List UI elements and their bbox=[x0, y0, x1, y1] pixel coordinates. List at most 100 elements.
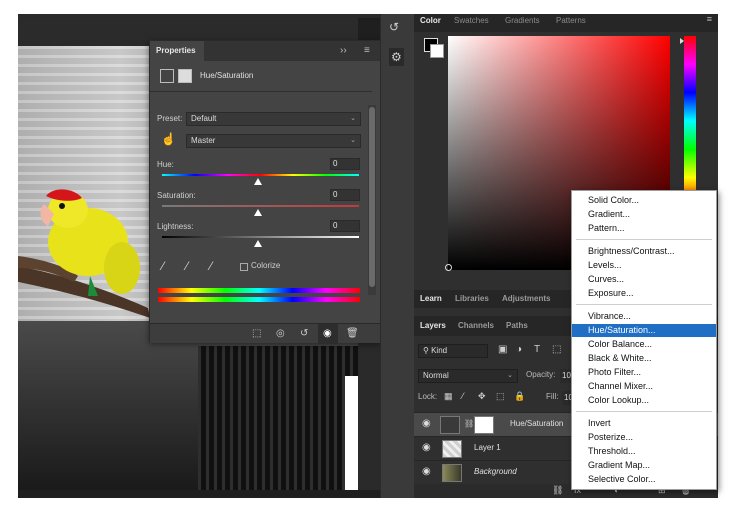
history-icon[interactable]: ↺ bbox=[389, 20, 399, 34]
properties-panel: Properties ›› ≡ Hue/Saturation Preset: D… bbox=[149, 40, 381, 344]
menu-item-gradient-map[interactable]: Gradient Map... bbox=[572, 459, 716, 472]
chevron-down-icon: ⌄ bbox=[350, 137, 356, 144]
layer-thumbnail bbox=[442, 440, 462, 458]
menu-item-exposure[interactable]: Exposure... bbox=[572, 287, 716, 300]
layer-filter-row: ⚲ Kind ▣ ◑ T ⬚ bbox=[418, 344, 588, 360]
canvas-status-bar bbox=[18, 490, 380, 498]
tab-properties[interactable]: Properties bbox=[150, 41, 204, 61]
scrollbar-thumb[interactable] bbox=[369, 107, 375, 287]
layer-name[interactable]: Background bbox=[474, 467, 517, 476]
view-previous-icon[interactable]: ◎ bbox=[276, 328, 285, 339]
saturation-slider[interactable] bbox=[162, 205, 359, 207]
eyedropper-minus-icon[interactable]: ⁄ bbox=[210, 259, 212, 273]
opacity-label: Opacity: bbox=[526, 370, 556, 379]
document-tab[interactable] bbox=[18, 18, 358, 40]
lightness-slider[interactable] bbox=[162, 236, 359, 238]
targeted-adjustment-hand-icon[interactable]: ☝ bbox=[161, 132, 176, 146]
eye-icon[interactable]: ◉ bbox=[422, 442, 431, 453]
preset-dropdown[interactable]: Default ⌄ bbox=[186, 112, 361, 126]
menu-item-color-lookup[interactable]: Color Lookup... bbox=[572, 394, 716, 407]
panel-menu-icon[interactable]: ≡ bbox=[364, 45, 370, 56]
tab-learn[interactable]: Learn bbox=[420, 290, 442, 308]
menu-item-posterize[interactable]: Posterize... bbox=[572, 431, 716, 444]
menu-item-brightness-contrast[interactable]: Brightness/Contrast... bbox=[572, 245, 716, 258]
tab-color[interactable]: Color bbox=[420, 14, 441, 32]
tab-libraries[interactable]: Libraries bbox=[455, 290, 489, 308]
pixel-filter-icon[interactable]: ▣ bbox=[498, 344, 507, 355]
blend-mode-dropdown[interactable]: Normal ⌄ bbox=[418, 369, 518, 383]
hue-value-input[interactable]: 0 bbox=[330, 158, 360, 170]
tab-swatches[interactable]: Swatches bbox=[454, 14, 489, 32]
link-layers-icon[interactable]: ⛓ bbox=[552, 485, 563, 496]
tab-patterns[interactable]: Patterns bbox=[556, 14, 586, 32]
output-spectrum-bar bbox=[158, 297, 360, 302]
menu-item-invert[interactable]: Invert bbox=[572, 417, 716, 430]
lock-brush-icon[interactable]: ⁄ bbox=[462, 391, 464, 401]
lightness-slider-thumb[interactable] bbox=[254, 240, 262, 247]
adjustment-header: Hue/Saturation bbox=[160, 69, 360, 85]
saturation-value-input[interactable]: 0 bbox=[330, 189, 360, 201]
adjustment-filter-icon[interactable]: ◑ bbox=[516, 344, 522, 355]
menu-item-vibrance[interactable]: Vibrance... bbox=[572, 310, 716, 323]
menu-item-channel-mixer[interactable]: Channel Mixer... bbox=[572, 380, 716, 393]
menu-item-pattern[interactable]: Pattern... bbox=[572, 222, 716, 235]
eyedropper-icon[interactable]: ⁄ bbox=[162, 259, 164, 273]
lightness-label: Lightness: bbox=[157, 222, 194, 231]
collapse-icon[interactable]: ›› bbox=[340, 45, 347, 56]
lock-position-icon[interactable]: ✥ bbox=[478, 391, 486, 402]
menu-item-levels[interactable]: Levels... bbox=[572, 259, 716, 272]
menu-item-solid-color[interactable]: Solid Color... bbox=[572, 194, 716, 207]
lock-artboard-icon[interactable]: ⬚ bbox=[496, 391, 505, 402]
mask-thumbnail[interactable] bbox=[474, 416, 494, 434]
layer-name[interactable]: Layer 1 bbox=[474, 443, 501, 452]
link-icon[interactable]: ⛓ bbox=[464, 419, 474, 428]
shape-filter-icon[interactable]: ⬚ bbox=[552, 344, 561, 355]
menu-item-color-balance[interactable]: Color Balance... bbox=[572, 338, 716, 351]
trash-icon[interactable]: 🗑 bbox=[346, 328, 359, 339]
eye-icon[interactable]: ◉ bbox=[422, 466, 431, 477]
lightness-value-input[interactable]: 0 bbox=[330, 220, 360, 232]
properties-scrollbar[interactable] bbox=[368, 105, 376, 295]
menu-item-black-white[interactable]: Black & White... bbox=[572, 352, 716, 365]
hue-marker[interactable] bbox=[680, 38, 684, 44]
reset-icon[interactable]: ↺ bbox=[300, 328, 308, 339]
menu-item-hue-saturation[interactable]: Hue/Saturation... bbox=[572, 324, 716, 337]
tab-gradients[interactable]: Gradients bbox=[505, 14, 540, 32]
tab-channels[interactable]: Channels bbox=[458, 317, 494, 335]
layer-name[interactable]: Hue/Saturation bbox=[510, 419, 563, 428]
lock-all-icon[interactable]: 🔒 bbox=[514, 391, 525, 402]
type-filter-icon[interactable]: T bbox=[534, 344, 540, 355]
color-picker-ring[interactable] bbox=[445, 264, 452, 271]
tab-paths[interactable]: Paths bbox=[506, 317, 528, 335]
hue-slider[interactable] bbox=[162, 174, 359, 176]
tab-adjustments[interactable]: Adjustments bbox=[502, 290, 550, 308]
kind-filter-dropdown[interactable]: ⚲ Kind bbox=[418, 344, 488, 358]
menu-item-photo-filter[interactable]: Photo Filter... bbox=[572, 366, 716, 379]
channel-dropdown[interactable]: Master ⌄ bbox=[186, 134, 361, 148]
hue-slider-thumb[interactable] bbox=[254, 178, 262, 185]
divider bbox=[150, 91, 372, 92]
panel-menu-icon[interactable]: ≡ bbox=[707, 14, 712, 24]
saturation-slider-thumb[interactable] bbox=[254, 209, 262, 216]
saturation-label: Saturation: bbox=[157, 191, 196, 200]
cage-bars bbox=[198, 346, 358, 490]
background-color-swatch[interactable] bbox=[430, 44, 444, 58]
menu-item-selective-color[interactable]: Selective Color... bbox=[572, 473, 716, 486]
menu-separator bbox=[576, 304, 712, 305]
eyedropper-plus-icon[interactable]: ⁄ bbox=[186, 259, 188, 273]
menu-item-curves[interactable]: Curves... bbox=[572, 273, 716, 286]
eye-icon[interactable]: ◉ bbox=[323, 328, 332, 339]
menu-item-threshold[interactable]: Threshold... bbox=[572, 445, 716, 458]
input-spectrum-bar bbox=[158, 288, 360, 293]
hue-bar[interactable] bbox=[684, 36, 696, 206]
lock-label: Lock: bbox=[418, 392, 438, 401]
menu-item-gradient[interactable]: Gradient... bbox=[572, 208, 716, 221]
lock-transparent-icon[interactable]: ▦ bbox=[444, 391, 453, 402]
tab-layers[interactable]: Layers bbox=[420, 317, 446, 335]
eye-icon[interactable]: ◉ bbox=[422, 418, 431, 429]
colorize-checkbox[interactable] bbox=[240, 263, 248, 271]
clip-to-layer-icon[interactable]: ⬚ bbox=[252, 328, 261, 339]
preset-label: Preset: bbox=[157, 114, 183, 123]
properties-dock-icon[interactable]: ⚙ bbox=[389, 48, 404, 66]
layer-mask-icon[interactable] bbox=[178, 69, 192, 83]
